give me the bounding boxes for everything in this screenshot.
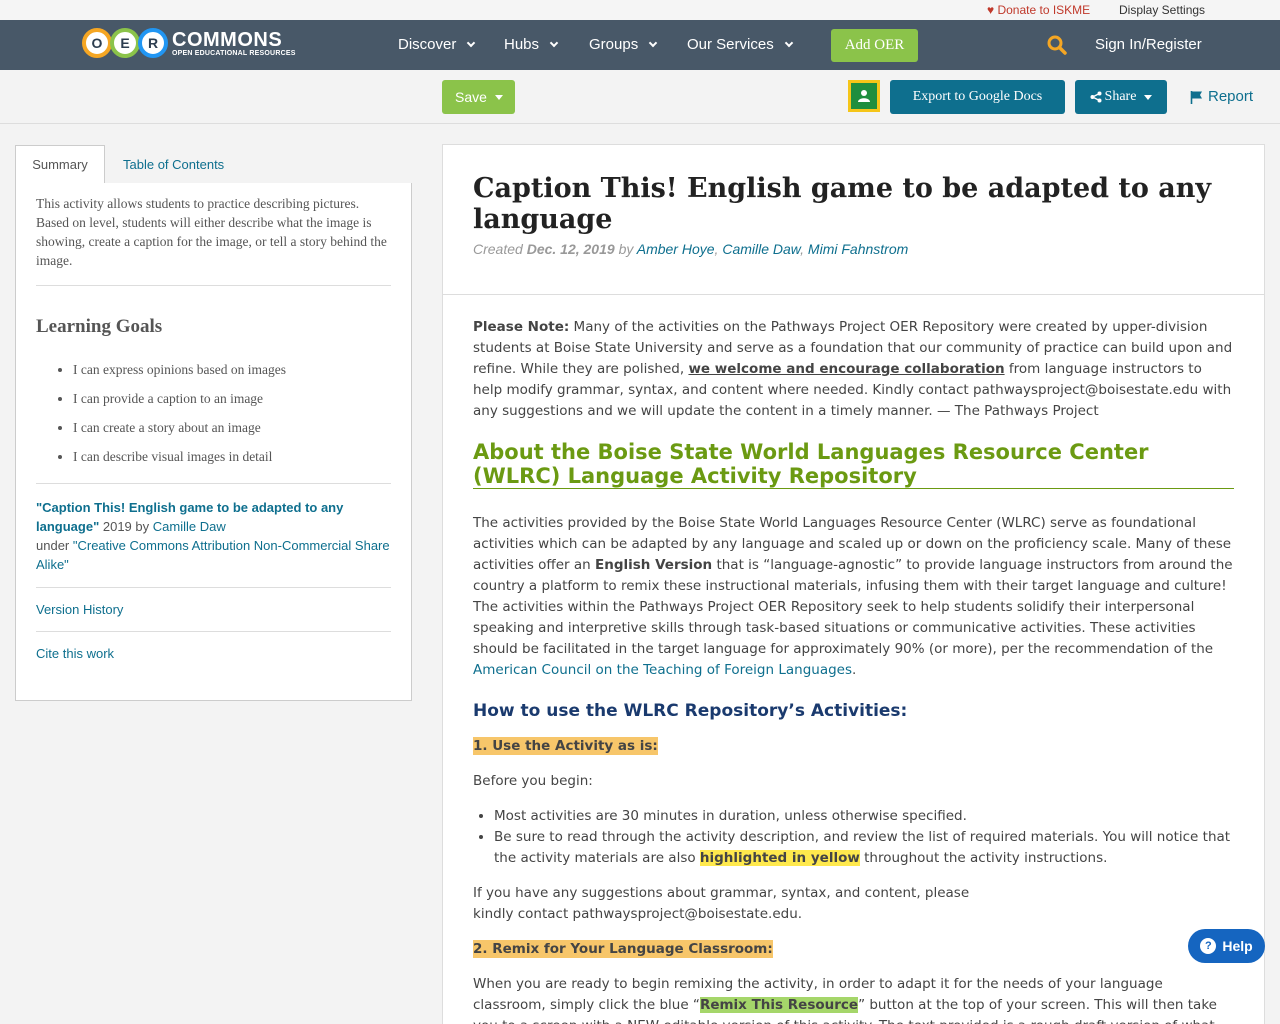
- flag-icon: [1190, 90, 1202, 104]
- search-icon[interactable]: [1047, 35, 1067, 55]
- remix-this-resource-emphasis: Remix This Resource: [699, 997, 859, 1013]
- report-link[interactable]: Report: [1190, 88, 1253, 105]
- step1-paragraph: 1. Use the Activity as is:: [473, 736, 1234, 757]
- license-link[interactable]: "Creative Commons Attribution Non-Commer…: [36, 538, 390, 572]
- learning-goal-item: I can create a story about an image: [73, 418, 391, 447]
- nav-discover[interactable]: Discover: [398, 36, 476, 53]
- donate-link[interactable]: ♥ Donate to ISKME: [987, 3, 1090, 17]
- summary-panel: This activity allows students to practic…: [15, 183, 412, 701]
- donate-label: Donate to ISKME: [997, 3, 1091, 17]
- add-oer-button[interactable]: Add OER: [831, 29, 918, 62]
- highlighted-in-yellow: highlighted in yellow: [699, 850, 860, 866]
- about-end: .: [852, 662, 857, 678]
- chevron-down-icon: [467, 38, 476, 47]
- learning-goals-heading: Learning Goals: [36, 316, 163, 337]
- caret-down-icon: [1144, 94, 1153, 100]
- chevron-down-icon: [549, 38, 559, 47]
- before-list: Most activities are 30 minutes in durati…: [473, 806, 1234, 869]
- created-label: Created: [473, 241, 523, 257]
- sidebar-tabs: Summary Table of Contents: [15, 145, 412, 184]
- main-navbar: O E R COMMONS OPEN EDUCATIONAL RESOURCES…: [0, 20, 1280, 70]
- learning-goal-item: I can provide a caption to an image: [73, 389, 391, 418]
- attribution-under: under: [36, 538, 70, 553]
- resource-summary: This activity allows students to practic…: [36, 196, 387, 268]
- resource-meta: Created Dec. 12, 2019 by Amber Hoye, Cam…: [473, 241, 909, 257]
- step2-paragraph: 2. Remix for Your Language Classroom:: [473, 939, 1234, 960]
- before-begin: Before you begin:: [473, 773, 593, 789]
- created-date: Dec. 12, 2019: [526, 241, 615, 257]
- step1-heading: 1. Use the Activity as is:: [473, 737, 658, 755]
- nav-hubs-label: Hubs: [504, 36, 540, 53]
- report-label: Report: [1208, 88, 1254, 105]
- learning-goal-item: I can express opinions based on images: [73, 360, 391, 389]
- about-heading: About the Boise State World Languages Re…: [473, 440, 1234, 489]
- english-version-emphasis: English Version: [594, 557, 713, 573]
- share-label: Share: [1104, 89, 1137, 104]
- nav-discover-label: Discover: [398, 36, 457, 53]
- heart-icon: ♥: [987, 3, 995, 17]
- logo-o: O: [82, 28, 112, 58]
- share-button[interactable]: Share: [1075, 80, 1167, 114]
- logo-e: E: [110, 28, 140, 58]
- display-settings-link[interactable]: Display Settings: [1119, 3, 1205, 17]
- by-label: by: [618, 241, 634, 257]
- bullet2-text-end: throughout the activity instructions.: [859, 850, 1108, 866]
- suggestions-paragraph: If you have any suggestions about gramma…: [473, 885, 970, 922]
- attribution-author-link[interactable]: Camille Daw: [153, 519, 226, 534]
- nav-groups-label: Groups: [589, 36, 639, 53]
- attribution: "Caption This! English game to be adapte…: [36, 484, 391, 587]
- learning-goal-item: I can describe visual images in detail: [73, 447, 391, 476]
- chevron-down-icon: [784, 38, 793, 47]
- actfl-link[interactable]: American Council on the Teaching of Fore…: [473, 662, 852, 678]
- list-item: Be sure to read through the activity des…: [494, 827, 1234, 869]
- caret-down-icon: [494, 94, 503, 100]
- logo-name: COMMONS: [172, 28, 283, 51]
- logo-text: COMMONS OPEN EDUCATIONAL RESOURCES: [172, 30, 296, 57]
- classroom-person-icon: [858, 90, 870, 102]
- logo-r: R: [138, 28, 168, 58]
- attribution-year: 2019 by: [102, 519, 150, 534]
- tab-summary[interactable]: Summary: [15, 145, 105, 184]
- export-google-docs-button[interactable]: Export to Google Docs: [890, 80, 1065, 114]
- remix-paragraph: When you are ready to begin remixing the…: [473, 974, 1234, 1024]
- resource-action-bar: Save Export to Google Docs Share Report: [0, 70, 1280, 124]
- list-item: Most activities are 30 minutes in durati…: [494, 806, 1234, 827]
- logo-subtitle: OPEN EDUCATIONAL RESOURCES: [172, 49, 296, 57]
- google-classroom-inner: [851, 83, 877, 109]
- version-history-link[interactable]: Version History: [36, 588, 391, 631]
- collaboration-emphasis: we welcome and encourage collaboration: [688, 361, 1005, 377]
- howto-heading: How to use the WLRC Repository’s Activit…: [473, 701, 908, 721]
- resource-header: Caption This! English game to be adapted…: [443, 145, 1264, 295]
- chevron-down-icon: [648, 38, 658, 47]
- learning-goals-list: I can express opinions based on images I…: [36, 360, 391, 476]
- author-link[interactable]: Amber Hoye: [637, 241, 715, 257]
- tab-table-of-contents[interactable]: Table of Contents: [123, 145, 224, 184]
- google-classroom-icon[interactable]: [848, 80, 880, 112]
- author-link[interactable]: Camille Daw: [722, 241, 800, 257]
- divider: [36, 285, 391, 286]
- cite-this-work-link[interactable]: Cite this work: [36, 632, 391, 675]
- help-label: Help: [1222, 938, 1253, 954]
- share-icon: [1090, 91, 1102, 103]
- oer-commons-logo[interactable]: O E R COMMONS OPEN EDUCATIONAL RESOURCES: [82, 25, 296, 61]
- note-paragraph: Please Note: Many of the activities on t…: [473, 317, 1234, 422]
- author-link[interactable]: Mimi Fahnstrom: [808, 241, 908, 257]
- resource-content: Caption This! English game to be adapted…: [442, 144, 1265, 1024]
- nav-hubs[interactable]: Hubs: [504, 36, 559, 53]
- save-button[interactable]: Save: [442, 80, 515, 114]
- sign-in-register-link[interactable]: Sign In/Register: [1095, 36, 1202, 53]
- help-button[interactable]: ? Help: [1188, 929, 1265, 963]
- nav-our-services[interactable]: Our Services: [687, 36, 793, 53]
- note-label: Please Note:: [473, 319, 570, 335]
- nav-groups[interactable]: Groups: [589, 36, 658, 53]
- save-label: Save: [455, 89, 487, 105]
- step2-heading: 2. Remix for Your Language Classroom:: [473, 940, 773, 958]
- question-icon: ?: [1200, 938, 1217, 954]
- page-title: Caption This! English game to be adapted…: [473, 173, 1212, 235]
- nav-services-label: Our Services: [687, 36, 774, 53]
- about-paragraph: The activities provided by the Boise Sta…: [473, 513, 1234, 681]
- resource-body: Please Note: Many of the activities on t…: [443, 295, 1264, 1024]
- utility-bar: ♥ Donate to ISKME Display Settings: [0, 0, 1280, 20]
